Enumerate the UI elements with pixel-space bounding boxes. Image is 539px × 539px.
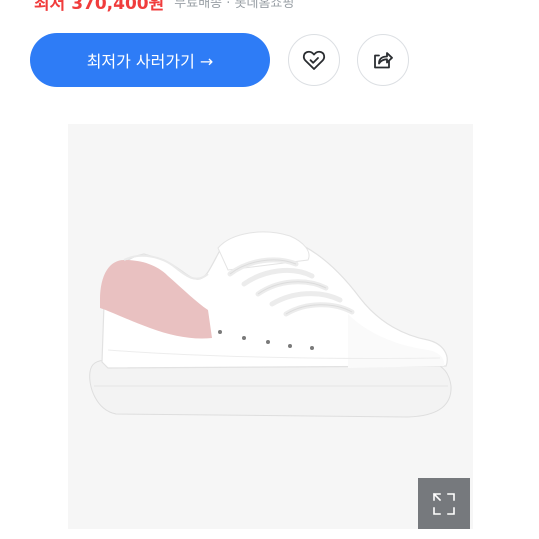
expand-icon bbox=[432, 492, 455, 515]
price-label: 최저 370,400원 bbox=[34, 0, 165, 14]
share-icon bbox=[374, 52, 393, 69]
zoom-button[interactable] bbox=[418, 478, 470, 529]
price-row: 최저 370,400원 무료배송 · 롯데홈쇼핑 bbox=[34, 0, 295, 14]
shipping-info: 무료배송 · 롯데홈쇼핑 bbox=[174, 0, 295, 11]
product-image bbox=[68, 124, 473, 529]
action-row: 최저가 사러가기 → bbox=[30, 33, 409, 87]
share-button[interactable] bbox=[357, 34, 409, 86]
wishlist-button[interactable] bbox=[288, 34, 340, 86]
sneaker-sole bbox=[89, 359, 452, 418]
buy-lowest-price-button[interactable]: 최저가 사러가기 → bbox=[30, 33, 270, 87]
heart-icon bbox=[302, 50, 326, 70]
sneaker-image bbox=[89, 231, 452, 418]
